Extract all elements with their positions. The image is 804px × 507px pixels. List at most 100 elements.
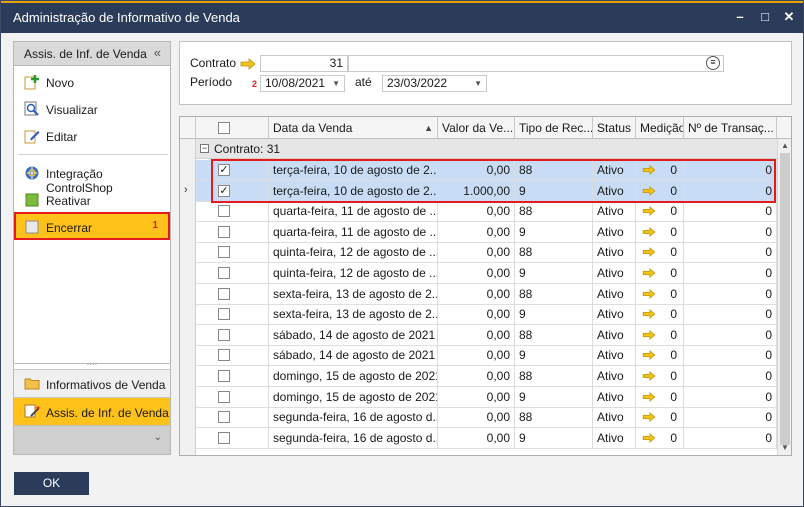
link-arrow-icon[interactable] xyxy=(240,58,256,70)
nav-overflow[interactable]: ⌄ xyxy=(14,425,170,454)
cell-tipo[interactable]: 9 xyxy=(515,222,593,243)
cell-data-venda[interactable]: sexta-feira, 13 de agosto de 2... xyxy=(269,284,438,305)
link-arrow-icon[interactable] xyxy=(642,350,656,360)
cell-transacoes[interactable]: 0 xyxy=(684,263,777,284)
cell-data-venda[interactable]: segunda-feira, 16 de agosto d... xyxy=(269,407,438,428)
cell-status[interactable]: Ativo xyxy=(593,345,636,366)
row-checkbox[interactable]: ✓ xyxy=(218,185,230,197)
link-arrow-icon[interactable] xyxy=(642,371,656,381)
cell-status[interactable]: Ativo xyxy=(593,325,636,346)
row-checkbox[interactable] xyxy=(218,432,230,444)
collapse-group-icon[interactable]: − xyxy=(200,144,209,153)
cell-status[interactable]: Ativo xyxy=(593,387,636,408)
cell-data-venda[interactable]: sábado, 14 de agosto de 2021 xyxy=(269,345,438,366)
row-checkbox[interactable] xyxy=(218,205,230,217)
cell-transacoes[interactable]: 0 xyxy=(684,284,777,305)
table-row[interactable]: sábado, 14 de agosto de 2021 0,00 88 Ativo 0… xyxy=(196,325,777,346)
cell-status[interactable]: Ativo xyxy=(593,428,636,449)
cell-data-venda[interactable]: terça-feira, 10 de agosto de 2... xyxy=(269,181,438,202)
cell-valor[interactable]: 0,00 xyxy=(438,263,515,284)
cell-valor[interactable]: 0,00 xyxy=(438,242,515,263)
minimize-icon[interactable]: – xyxy=(730,7,750,27)
list-picker-icon[interactable]: ≡ xyxy=(706,56,720,70)
row-select-cell[interactable] xyxy=(196,366,269,387)
table-row[interactable]: sexta-feira, 13 de agosto de 2... 0,00 88 A… xyxy=(196,284,777,305)
nav-assis-inf-venda[interactable]: Assis. de Inf. de Venda xyxy=(14,397,170,425)
row-select-cell[interactable] xyxy=(196,325,269,346)
row-select-cell[interactable] xyxy=(196,263,269,284)
row-checkbox[interactable] xyxy=(218,226,230,238)
cell-status[interactable]: Ativo xyxy=(593,366,636,387)
cell-data-venda[interactable]: sexta-feira, 13 de agosto de 2... xyxy=(269,304,438,325)
action-editar[interactable]: Editar xyxy=(16,123,170,149)
cell-data-venda[interactable]: terça-feira, 10 de agosto de 2... xyxy=(269,160,438,181)
cell-tipo[interactable]: 9 xyxy=(515,304,593,325)
cell-transacoes[interactable]: 0 xyxy=(684,160,777,181)
contrato-field[interactable]: 31 xyxy=(260,55,348,72)
cell-data-venda[interactable]: segunda-feira, 16 de agosto d... xyxy=(269,428,438,449)
table-row[interactable]: ✓ terça-feira, 10 de agosto de 2... 1.000,… xyxy=(196,181,777,202)
cell-tipo[interactable]: 88 xyxy=(515,160,593,181)
row-select-cell[interactable]: ✓ xyxy=(196,181,269,202)
table-row[interactable]: quinta-feira, 12 de agosto de ... 0,00 88 A… xyxy=(196,242,777,263)
chevron-down-icon[interactable]: ⌄ xyxy=(154,432,162,443)
collapse-panel-icon[interactable]: « xyxy=(154,45,161,60)
table-row[interactable]: quinta-feira, 12 de agosto de ... 0,00 9 At… xyxy=(196,263,777,284)
col-medicao[interactable]: Medição xyxy=(636,117,684,139)
cell-transacoes[interactable]: 0 xyxy=(684,325,777,346)
group-row[interactable]: − Contrato: 31 xyxy=(196,139,777,159)
row-checkbox[interactable] xyxy=(218,246,230,258)
table-row[interactable]: sexta-feira, 13 de agosto de 2... 0,00 9 At… xyxy=(196,304,777,325)
link-arrow-icon[interactable] xyxy=(642,268,656,278)
table-row[interactable]: sábado, 14 de agosto de 2021 0,00 9 Ativo 0 0 xyxy=(196,345,777,366)
row-checkbox[interactable] xyxy=(218,391,230,403)
cell-valor[interactable]: 0,00 xyxy=(438,407,515,428)
cell-tipo[interactable]: 88 xyxy=(515,201,593,222)
action-reativar[interactable]: Reativar xyxy=(16,187,170,213)
col-valor[interactable]: Valor da Ve... xyxy=(438,117,515,139)
cell-tipo[interactable]: 9 xyxy=(515,181,593,202)
cell-medicao[interactable]: 0 xyxy=(636,428,684,449)
row-select-cell[interactable] xyxy=(196,407,269,428)
link-arrow-icon[interactable] xyxy=(642,227,656,237)
cell-valor[interactable]: 0,00 xyxy=(438,428,515,449)
link-arrow-icon[interactable] xyxy=(642,247,656,257)
link-arrow-icon[interactable] xyxy=(642,206,656,216)
cell-transacoes[interactable]: 0 xyxy=(684,428,777,449)
cell-medicao[interactable]: 0 xyxy=(636,304,684,325)
cell-tipo[interactable]: 88 xyxy=(515,407,593,428)
select-all-checkbox[interactable] xyxy=(218,122,230,134)
cell-status[interactable]: Ativo xyxy=(593,284,636,305)
cell-valor[interactable]: 0,00 xyxy=(438,201,515,222)
cell-medicao[interactable]: 0 xyxy=(636,345,684,366)
table-row[interactable]: domingo, 15 de agosto de 2021 0,00 88 Ativo… xyxy=(196,366,777,387)
row-select-cell[interactable]: ✓ xyxy=(196,160,269,181)
table-row[interactable]: domingo, 15 de agosto de 2021 0,00 9 Ativo 0… xyxy=(196,387,777,408)
row-select-cell[interactable] xyxy=(196,428,269,449)
row-checkbox[interactable] xyxy=(218,349,230,361)
contrato-description-field[interactable] xyxy=(348,55,724,72)
panel-splitter[interactable]: ···· xyxy=(14,361,170,369)
cell-data-venda[interactable]: quarta-feira, 11 de agosto de ... xyxy=(269,222,438,243)
nav-informativos-de-venda[interactable]: Informativos de Venda xyxy=(14,369,170,397)
action-encerrar[interactable]: Encerrar 1 xyxy=(14,212,170,240)
row-select-cell[interactable] xyxy=(196,284,269,305)
cell-data-venda[interactable]: quarta-feira, 11 de agosto de ... xyxy=(269,201,438,222)
table-row[interactable]: segunda-feira, 16 de agosto d... 0,00 9 Ati… xyxy=(196,428,777,449)
cell-transacoes[interactable]: 0 xyxy=(684,345,777,366)
cell-data-venda[interactable]: sábado, 14 de agosto de 2021 xyxy=(269,325,438,346)
cell-data-venda[interactable]: domingo, 15 de agosto de 2021 xyxy=(269,387,438,408)
scroll-down-icon[interactable]: ▼ xyxy=(778,441,791,455)
col-tipo[interactable]: Tipo de Rec... xyxy=(515,117,593,139)
link-arrow-icon[interactable] xyxy=(642,186,656,196)
link-arrow-icon[interactable] xyxy=(642,330,656,340)
row-select-cell[interactable] xyxy=(196,304,269,325)
cell-transacoes[interactable]: 0 xyxy=(684,181,777,202)
cell-medicao[interactable]: 0 xyxy=(636,387,684,408)
cell-tipo[interactable]: 9 xyxy=(515,345,593,366)
maximize-icon[interactable]: □ xyxy=(755,7,775,27)
table-row[interactable]: quarta-feira, 11 de agosto de ... 0,00 88 A… xyxy=(196,201,777,222)
action-novo[interactable]: Novo xyxy=(16,69,170,95)
cell-valor[interactable]: 1.000,00 xyxy=(438,181,515,202)
cell-medicao[interactable]: 0 xyxy=(636,263,684,284)
